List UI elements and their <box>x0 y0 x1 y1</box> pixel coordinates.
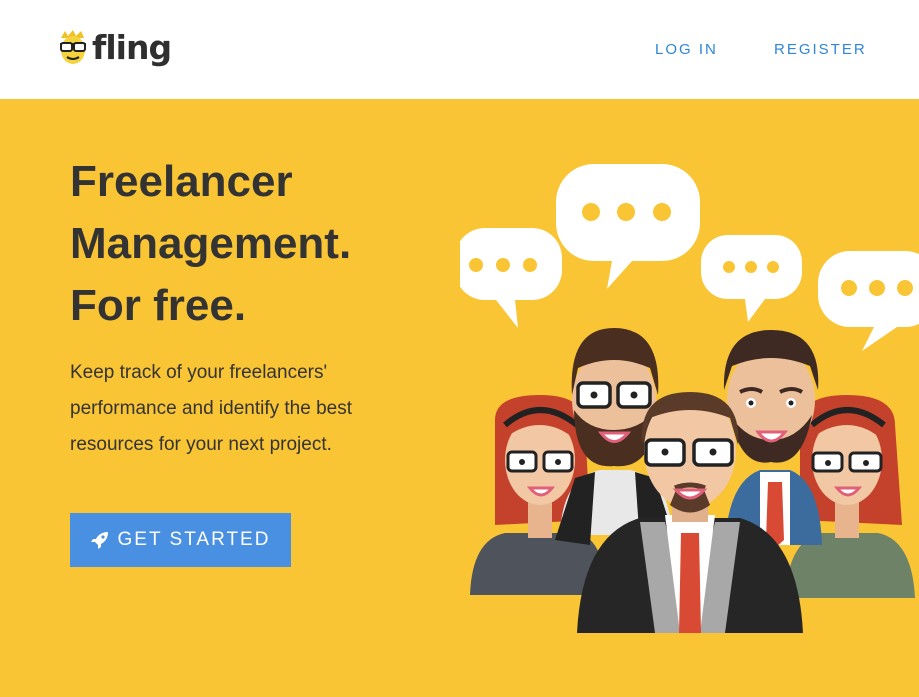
hero-subtext: Keep track of your freelancers' performa… <box>70 355 410 463</box>
logo[interactable]: fling <box>58 28 172 67</box>
speech-bubbles <box>460 164 919 351</box>
team-illustration <box>460 164 919 633</box>
logo-text: fling <box>92 28 172 67</box>
headline-line: For free. <box>70 281 247 330</box>
subtext-line: resources for your next project. <box>70 434 332 455</box>
login-link[interactable]: LOG IN <box>655 41 718 58</box>
hero-headline: Freelancer Management. For free. <box>70 151 351 337</box>
rocket-icon <box>90 532 108 549</box>
headline-line: Freelancer <box>70 157 293 206</box>
glasses-mascot-icon <box>60 29 86 64</box>
get-started-button[interactable]: GET STARTED <box>70 513 291 567</box>
get-started-label: GET STARTED <box>117 529 271 550</box>
headline-line: Management. <box>70 219 352 268</box>
site-header: fling LOG IN REGISTER <box>0 0 919 99</box>
register-link[interactable]: REGISTER <box>774 41 867 58</box>
subtext-line: performance and identify the best <box>70 398 353 419</box>
subtext-line: Keep track of your freelancers' <box>70 362 328 383</box>
